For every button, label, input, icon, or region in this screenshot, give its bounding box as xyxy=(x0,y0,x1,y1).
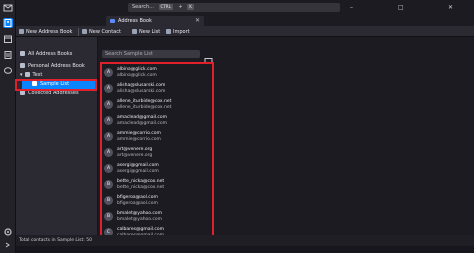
address-book-icon xyxy=(24,72,30,77)
contact-email: bette_nicka@cox.net xyxy=(117,185,165,190)
contact-icon xyxy=(82,29,87,34)
tree-item-label: All Address Books xyxy=(28,51,73,57)
tab-close-icon[interactable]: ✕ xyxy=(195,16,200,26)
shortcut-plus: + xyxy=(178,4,183,10)
contact-email: ammie@corrio.com xyxy=(117,137,161,142)
avatar: A xyxy=(104,84,113,93)
sample-list-highlight xyxy=(15,79,97,91)
new-address-book-label: New Address Book xyxy=(26,29,73,35)
tree-item-all-address-books[interactable]: All Address Books xyxy=(20,50,72,59)
list-item[interactable]: A albina@glick.com albina@glick.com xyxy=(102,65,212,81)
new-list-button[interactable]: New List xyxy=(132,28,160,36)
tasks-icon[interactable] xyxy=(3,50,13,60)
chat-icon[interactable] xyxy=(3,66,13,76)
new-contact-button[interactable]: New Contact xyxy=(82,28,121,36)
address-book-toolbar: New Address Book New Contact New List Im… xyxy=(16,26,474,37)
tab-address-book[interactable]: Address Book ✕ xyxy=(106,16,204,26)
status-bar xyxy=(16,246,474,253)
list-item[interactable]: A ammie@corrio.com ammie@corrio.com xyxy=(102,129,212,145)
address-book-icon xyxy=(20,51,25,56)
tab-label: Address Book xyxy=(118,18,152,24)
address-book-tree: All Address Books Personal Address Book … xyxy=(16,37,98,253)
avatar: A xyxy=(104,116,113,125)
list-item[interactable]: A asergi@gmail.com asergi@gmail.com xyxy=(102,161,212,177)
list-item[interactable]: B bfigeroa@aol.com bfigeroa@aol.com xyxy=(102,193,212,209)
list-options-icon[interactable] xyxy=(204,50,213,64)
address-book-icon[interactable] xyxy=(3,18,13,28)
avatar: A xyxy=(104,132,113,141)
new-address-book-button[interactable]: New Address Book xyxy=(19,28,72,36)
import-label: Import xyxy=(173,29,190,35)
contact-email: asergi@gmail.com xyxy=(117,169,159,174)
list-icon xyxy=(132,29,137,34)
list-item[interactable]: B bette_nicka@cox.net bette_nicka@cox.ne… xyxy=(102,177,212,193)
avatar: A xyxy=(104,68,113,77)
new-contact-label: New Contact xyxy=(89,29,121,35)
contact-email: bfigeroa@aol.com xyxy=(117,201,158,206)
new-list-label: New List xyxy=(139,29,161,35)
contact-email: allene_iturbide@cox.net xyxy=(117,105,172,110)
list-item[interactable]: A amaclead@gmail.com amaclead@gmail.com xyxy=(102,113,212,129)
contacts-list: A albina@glick.com albina@glick.com A al… xyxy=(100,62,214,243)
shortcut-key: K xyxy=(187,4,194,10)
avatar: A xyxy=(104,100,113,109)
address-book-tab-icon xyxy=(110,19,115,23)
tree-item-personal-address-book[interactable]: Personal Address Book xyxy=(20,62,85,71)
list-search-input[interactable]: Search Sample List xyxy=(102,50,200,58)
global-search-input[interactable]: Search... CTRL + K xyxy=(128,3,340,12)
footer-status: Total contacts in Sample List: 50 xyxy=(16,235,474,246)
settings-gear-icon[interactable] xyxy=(3,227,13,237)
avatar: B xyxy=(104,196,113,205)
chevron-down-icon[interactable]: ▾ xyxy=(20,72,23,78)
contact-email: art@venere.org xyxy=(117,153,153,158)
global-search-placeholder: Search... xyxy=(132,4,154,10)
collapse-icon[interactable] xyxy=(3,240,13,250)
avatar: A xyxy=(104,164,113,173)
address-book-icon xyxy=(19,29,24,34)
mail-icon[interactable] xyxy=(3,3,13,13)
maximize-button[interactable]: □ xyxy=(398,4,404,11)
calendar-icon[interactable] xyxy=(3,34,13,44)
contact-detail-pane xyxy=(218,37,474,235)
minimize-button[interactable]: – xyxy=(350,4,353,11)
avatar: A xyxy=(104,148,113,157)
tree-item-label: Personal Address Book xyxy=(28,63,85,69)
list-item[interactable]: A art@venere.org art@venere.org xyxy=(102,145,212,161)
tree-item-label: Test xyxy=(32,72,43,78)
contact-email: bmalet@yahoo.com xyxy=(117,217,163,222)
avatar: B xyxy=(104,212,113,221)
shortcut-ctrl: CTRL xyxy=(158,4,173,10)
toolbar-divider xyxy=(78,28,79,36)
list-item[interactable]: B bmalet@yahoo.com bmalet@yahoo.com xyxy=(102,209,212,225)
contact-email: albina@glick.com xyxy=(117,73,157,78)
import-icon xyxy=(166,29,171,34)
contact-email: amaclead@gmail.com xyxy=(117,121,168,126)
contact-email: alisha@slusarski.com xyxy=(117,89,166,94)
import-button[interactable]: Import xyxy=(166,28,190,36)
title-bar: Search... CTRL + K – □ ✕ xyxy=(16,0,474,15)
close-window-button[interactable]: ✕ xyxy=(448,4,453,11)
address-book-icon xyxy=(20,63,25,68)
list-item[interactable]: A allene_iturbide@cox.net allene_iturbid… xyxy=(102,97,212,113)
list-item[interactable]: A alisha@slusarski.com alisha@slusarski.… xyxy=(102,81,212,97)
spaces-toolbar xyxy=(0,0,16,253)
avatar: B xyxy=(104,180,113,189)
tab-strip: Address Book ✕ xyxy=(16,15,474,26)
